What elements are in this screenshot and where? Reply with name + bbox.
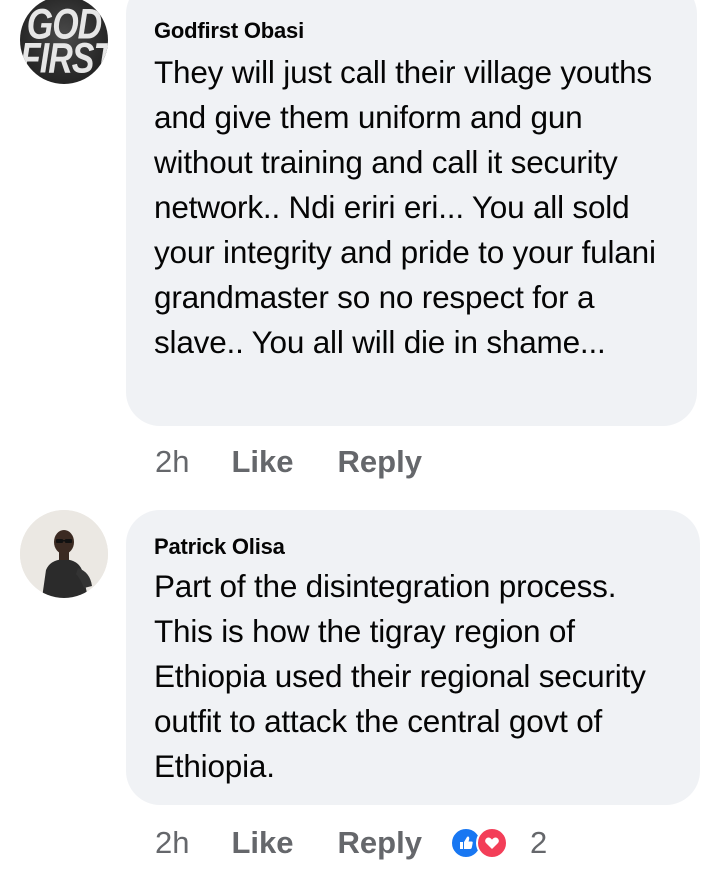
avatar-image: GOD FIRST	[20, 0, 108, 84]
like-button[interactable]: Like	[231, 825, 293, 861]
comments-thread: GOD FIRST Godfirst Obasi They will just …	[0, 0, 714, 887]
love-reaction-icon	[475, 827, 508, 859]
comment-author[interactable]: Patrick Olisa	[154, 532, 672, 562]
comment-actions: 2h Like Reply	[155, 442, 450, 482]
reply-button[interactable]: Reply	[338, 825, 422, 861]
reaction-count[interactable]: 2	[530, 825, 547, 861]
comment-actions: 2h Like Reply 2	[155, 823, 547, 863]
reactions-summary[interactable]	[449, 827, 508, 859]
avatar[interactable]: GOD FIRST	[20, 0, 108, 84]
comment-timestamp[interactable]: 2h	[155, 825, 189, 861]
like-button[interactable]: Like	[231, 444, 293, 480]
comment-timestamp[interactable]: 2h	[155, 444, 189, 480]
avatar-logo-text: FIRST	[20, 35, 108, 83]
comment-bubble: Godfirst Obasi They will just call their…	[126, 0, 697, 426]
reply-button[interactable]: Reply	[338, 444, 422, 480]
comment-text: Part of the disintegration process. This…	[154, 568, 646, 784]
avatar[interactable]	[20, 510, 108, 598]
comment-text: They will just call their village youths…	[154, 54, 656, 360]
comment-bubble: Patrick Olisa Part of the disintegration…	[126, 510, 700, 805]
avatar-image	[20, 510, 108, 598]
comment-author[interactable]: Godfirst Obasi	[154, 16, 669, 46]
